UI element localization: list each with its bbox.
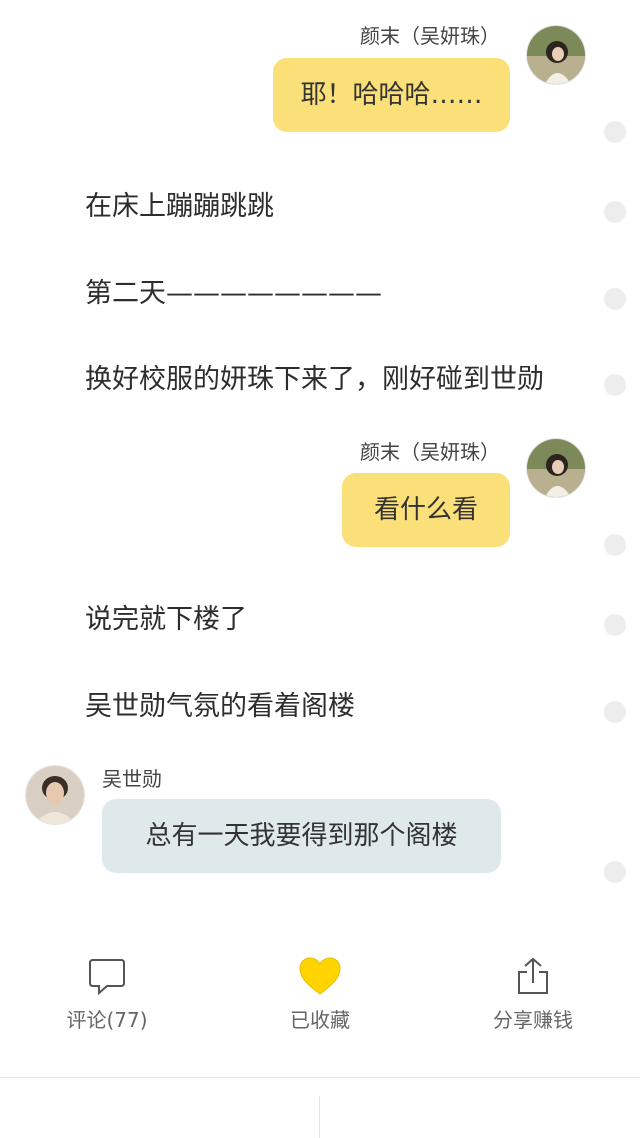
avatar[interactable]	[527, 439, 585, 497]
divider	[0, 1077, 640, 1078]
narration-text: 换好校服的妍珠下来了，刚好碰到世勋	[85, 364, 544, 395]
paragraph-marker[interactable]	[604, 121, 626, 143]
message-bubble[interactable]: 看什么看	[342, 473, 510, 547]
avatar-boy-icon	[26, 766, 84, 824]
avatar[interactable]	[26, 766, 84, 824]
favorite-button[interactable]: 已收藏	[250, 956, 390, 1033]
speaker-name: 颜末（吴妍珠）	[360, 24, 500, 48]
paragraph-marker[interactable]	[604, 288, 626, 310]
paragraph-marker[interactable]	[604, 614, 626, 636]
avatar-girl-icon	[527, 26, 585, 84]
narration-text: 吴世勋气氛的看着阁楼	[85, 691, 355, 722]
narration-text: 第二天————————	[85, 278, 382, 309]
paragraph-marker[interactable]	[604, 534, 626, 556]
heart-icon	[299, 957, 341, 995]
share-label: 分享赚钱	[493, 1008, 573, 1032]
favorite-label: 已收藏	[290, 1008, 350, 1032]
avatar-girl-icon	[527, 439, 585, 497]
comment-icon	[89, 959, 125, 996]
paragraph-marker[interactable]	[604, 701, 626, 723]
message-bubble[interactable]: 耶！哈哈哈……	[273, 58, 510, 132]
speaker-name: 吴世勋	[102, 767, 162, 791]
comment-button[interactable]: 评论(77)	[37, 956, 177, 1033]
message-bubble[interactable]: 总有一天我要得到那个阁楼	[102, 799, 501, 873]
share-icon	[518, 957, 548, 994]
divider	[319, 1096, 320, 1138]
narration-text: 说完就下楼了	[85, 604, 247, 635]
paragraph-marker[interactable]	[604, 374, 626, 396]
narration-text: 在床上蹦蹦跳跳	[85, 191, 274, 222]
share-button[interactable]: 分享赚钱	[463, 956, 603, 1033]
comment-label: 评论(77)	[66, 1008, 148, 1032]
avatar[interactable]	[527, 26, 585, 84]
paragraph-marker[interactable]	[604, 861, 626, 883]
speaker-name: 颜末（吴妍珠）	[360, 440, 500, 464]
paragraph-marker[interactable]	[604, 201, 626, 223]
